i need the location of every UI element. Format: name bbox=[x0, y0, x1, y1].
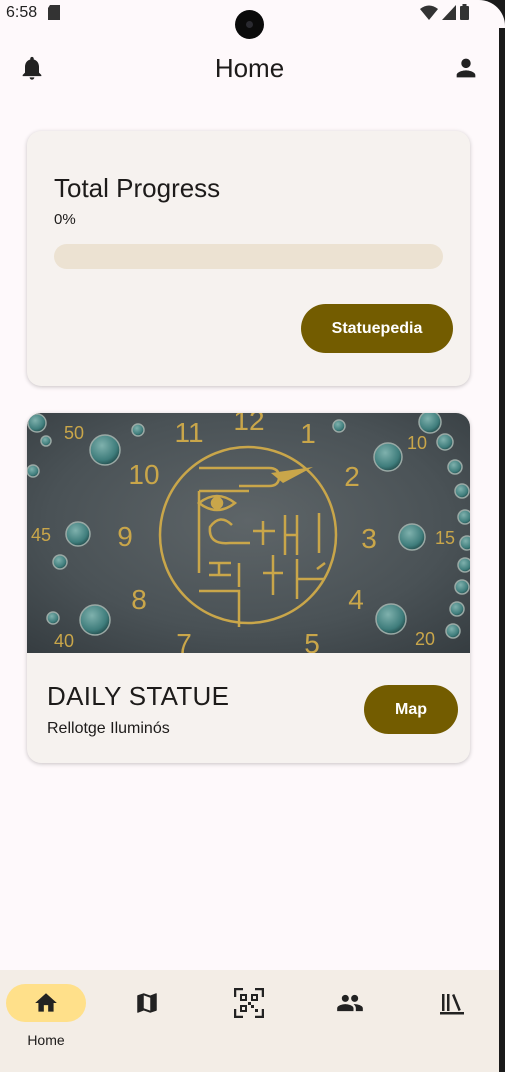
nav-item-map[interactable] bbox=[107, 984, 187, 1054]
top-app-bar: Home bbox=[0, 40, 499, 96]
signal-icon bbox=[442, 4, 456, 20]
progress-title: Total Progress bbox=[54, 173, 221, 203]
wifi-icon bbox=[420, 5, 438, 20]
nav-item-community[interactable] bbox=[310, 984, 390, 1054]
device-frame-edge bbox=[499, 0, 505, 1072]
battery-icon bbox=[460, 4, 469, 20]
clock-minute-number: 45 bbox=[31, 525, 51, 545]
status-icons bbox=[420, 4, 469, 20]
person-icon bbox=[456, 58, 476, 78]
nav-item-qr-scan[interactable] bbox=[209, 984, 289, 1054]
camera-cutout bbox=[235, 10, 264, 39]
clock-number: 2 bbox=[344, 461, 360, 492]
map-icon bbox=[137, 993, 157, 1013]
profile-button[interactable] bbox=[452, 54, 480, 82]
clock-number: 8 bbox=[131, 584, 147, 615]
progress-percent: 0% bbox=[54, 211, 76, 228]
clock-number: 7 bbox=[176, 628, 192, 653]
clock-number: 5 bbox=[304, 628, 320, 653]
nav-label-home: Home bbox=[27, 1032, 65, 1048]
status-time: 6:58 bbox=[6, 4, 38, 21]
library-icon bbox=[440, 994, 464, 1015]
daily-statue-name: Rellotge Iluminós bbox=[47, 720, 170, 737]
daily-statue-card[interactable]: 12 1 2 3 4 5 7 8 9 10 11 15 20 40 45 50 … bbox=[27, 413, 470, 763]
clock-minute-number: 20 bbox=[415, 629, 435, 649]
clock-number: 9 bbox=[117, 521, 133, 552]
clock-number: 10 bbox=[128, 459, 159, 490]
bottom-navigation: Home bbox=[0, 970, 499, 1072]
status-bar: 6:58 bbox=[0, 0, 505, 39]
device-frame-corner bbox=[477, 0, 505, 28]
people-icon bbox=[337, 994, 363, 1012]
sd-card-icon bbox=[48, 5, 60, 20]
nav-active-indicator bbox=[6, 984, 86, 1022]
clock-minute-number: 40 bbox=[54, 631, 74, 651]
progress-bar bbox=[54, 244, 443, 269]
clock-number: 11 bbox=[174, 417, 203, 448]
statue-photo: 12 1 2 3 4 5 7 8 9 10 11 15 20 40 45 50 … bbox=[27, 413, 470, 653]
page-title: Home bbox=[214, 53, 285, 83]
clock-number: 12 bbox=[233, 413, 264, 436]
clock-minute-number: 50 bbox=[64, 423, 84, 443]
clock-number: 4 bbox=[348, 584, 364, 615]
qr-code-icon bbox=[234, 988, 264, 1018]
map-button[interactable]: Map bbox=[364, 685, 458, 734]
home-icon bbox=[35, 993, 57, 1012]
nav-item-home[interactable]: Home bbox=[6, 984, 86, 1054]
clock-number: 1 bbox=[300, 418, 316, 449]
statuepedia-button[interactable]: Statuepedia bbox=[301, 304, 453, 353]
nav-item-library[interactable] bbox=[412, 984, 492, 1054]
clock-number: 3 bbox=[361, 523, 377, 554]
clock-minute-number: 15 bbox=[435, 528, 455, 548]
daily-statue-heading: DAILY STATUE bbox=[47, 681, 230, 711]
progress-card: Total Progress 0% Statuepedia bbox=[27, 131, 470, 386]
clock-minute-number: 10 bbox=[407, 433, 427, 453]
